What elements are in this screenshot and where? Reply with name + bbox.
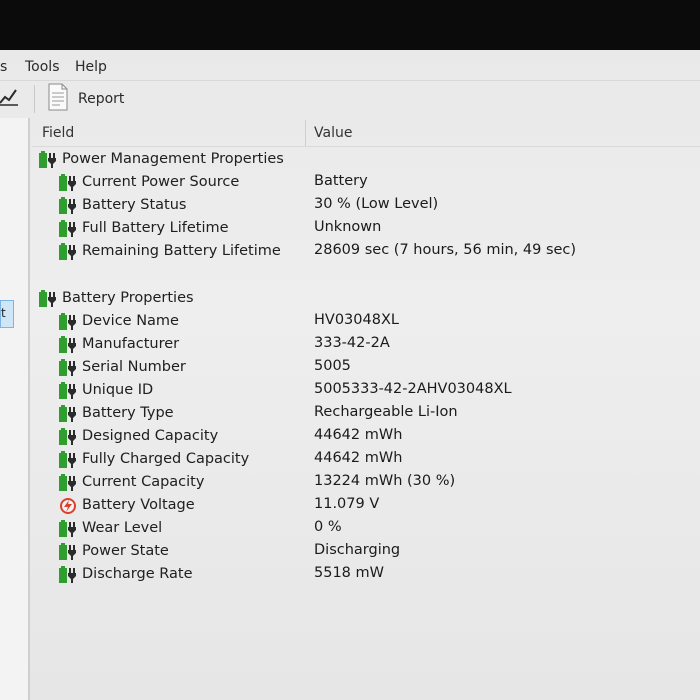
- app-window: s Tools Help Report t Field Value Power …: [0, 50, 700, 700]
- field-label: Remaining Battery Lifetime: [82, 243, 281, 259]
- battery-plug-icon: [58, 405, 80, 423]
- field-label: Manufacturer: [82, 336, 180, 352]
- table-row[interactable]: Battery Type Rechargeable Li-Ion: [32, 403, 700, 425]
- battery-plug-icon: [58, 566, 80, 584]
- field-value: 5518 mW: [314, 565, 384, 581]
- table-row[interactable]: Designed Capacity 44642 mWh: [32, 426, 700, 448]
- table-row[interactable]: Device Name HV03048XL: [32, 311, 700, 333]
- toolbar-separator: [34, 85, 35, 113]
- menu-item-help[interactable]: Help: [75, 59, 107, 75]
- field-value: Discharging: [314, 542, 401, 558]
- report-document-icon: [46, 83, 70, 115]
- column-header-value[interactable]: Value: [314, 125, 352, 141]
- battery-plug-icon: [58, 543, 80, 561]
- properties-list: Field Value Power Management Properties …: [32, 118, 700, 700]
- battery-plug-icon: [58, 243, 80, 261]
- battery-plug-icon: [58, 220, 80, 238]
- section-battery-properties[interactable]: Battery Properties: [32, 288, 700, 310]
- battery-plug-icon: [58, 197, 80, 215]
- field-label: Discharge Rate: [82, 566, 193, 582]
- section-title: Power Management Properties: [62, 151, 284, 167]
- field-value: 5005: [314, 358, 351, 374]
- table-row[interactable]: Battery Status 30 % (Low Level): [32, 195, 700, 217]
- field-value: 28609 sec (7 hours, 56 min, 49 sec): [314, 242, 577, 258]
- battery-plug-icon: [38, 290, 60, 308]
- field-label: Fully Charged Capacity: [82, 451, 250, 467]
- battery-plug-icon: [58, 359, 80, 377]
- field-value: 44642 mWh: [314, 427, 403, 443]
- column-divider[interactable]: [305, 120, 306, 146]
- report-label: Report: [78, 91, 125, 107]
- field-value: 5005333-42-2AHV03048XL: [314, 381, 512, 397]
- table-row[interactable]: Wear Level 0 %: [32, 518, 700, 540]
- table-row[interactable]: Unique ID 5005333-42-2AHV03048XL: [32, 380, 700, 402]
- nav-selected-item[interactable]: t: [0, 300, 14, 328]
- voltage-icon: [58, 497, 80, 515]
- battery-plug-icon: [58, 520, 80, 538]
- field-value: HV03048XL: [314, 312, 399, 328]
- table-row[interactable]: Discharge Rate 5518 mW: [32, 564, 700, 586]
- table-row[interactable]: Current Power Source Battery: [32, 172, 700, 194]
- battery-plug-icon: [58, 174, 80, 192]
- table-row[interactable]: Battery Voltage 11.079 V: [32, 495, 700, 517]
- field-label: Unique ID: [82, 382, 154, 398]
- chart-icon[interactable]: [0, 85, 18, 107]
- battery-plug-icon: [58, 451, 80, 469]
- table-row[interactable]: Remaining Battery Lifetime 28609 sec (7 …: [32, 241, 700, 263]
- section-power-management[interactable]: Power Management Properties: [32, 149, 700, 171]
- field-value: Rechargeable Li-Ion: [314, 404, 458, 420]
- battery-plug-icon: [58, 474, 80, 492]
- nav-selected-label: t: [1, 306, 6, 320]
- table-row[interactable]: Manufacturer 333-42-2A: [32, 334, 700, 356]
- table-row[interactable]: Serial Number 5005: [32, 357, 700, 379]
- field-label: Designed Capacity: [82, 428, 219, 444]
- menu-item-partial[interactable]: s: [0, 59, 7, 75]
- field-label: Battery Type: [82, 405, 174, 421]
- field-value: 30 % (Low Level): [314, 196, 439, 212]
- field-label: Device Name: [82, 313, 179, 329]
- table-row[interactable]: Full Battery Lifetime Unknown: [32, 218, 700, 240]
- table-row[interactable]: Fully Charged Capacity 44642 mWh: [32, 449, 700, 471]
- section-title: Battery Properties: [62, 290, 194, 306]
- report-button[interactable]: Report: [46, 83, 125, 115]
- field-value: 0 %: [314, 519, 342, 535]
- field-label: Full Battery Lifetime: [82, 220, 229, 236]
- battery-plug-icon: [58, 313, 80, 331]
- screen-bezel: [0, 0, 700, 52]
- field-label: Power State: [82, 543, 169, 559]
- menu-item-tools[interactable]: Tools: [25, 59, 60, 75]
- battery-plug-icon: [38, 151, 60, 169]
- field-value: 13224 mWh (30 %): [314, 473, 456, 489]
- field-label: Battery Status: [82, 197, 187, 213]
- field-value: Unknown: [314, 219, 382, 235]
- field-value: 44642 mWh: [314, 450, 403, 466]
- field-value: 11.079 V: [314, 496, 380, 512]
- list-header: Field Value: [32, 118, 700, 147]
- battery-plug-icon: [58, 382, 80, 400]
- toolbar: Report: [0, 80, 700, 119]
- field-value: 333-42-2A: [314, 335, 390, 351]
- field-label: Current Capacity: [82, 474, 205, 490]
- menu-bar: s Tools Help: [0, 50, 700, 80]
- battery-plug-icon: [58, 336, 80, 354]
- field-label: Wear Level: [82, 520, 163, 536]
- navigation-pane: t: [0, 118, 30, 700]
- field-label: Current Power Source: [82, 174, 240, 190]
- table-row[interactable]: Power State Discharging: [32, 541, 700, 563]
- field-label: Serial Number: [82, 359, 186, 375]
- battery-plug-icon: [58, 428, 80, 446]
- column-header-field[interactable]: Field: [42, 125, 74, 141]
- field-value: Battery: [314, 173, 368, 189]
- table-row[interactable]: Current Capacity 13224 mWh (30 %): [32, 472, 700, 494]
- field-label: Battery Voltage: [82, 497, 195, 513]
